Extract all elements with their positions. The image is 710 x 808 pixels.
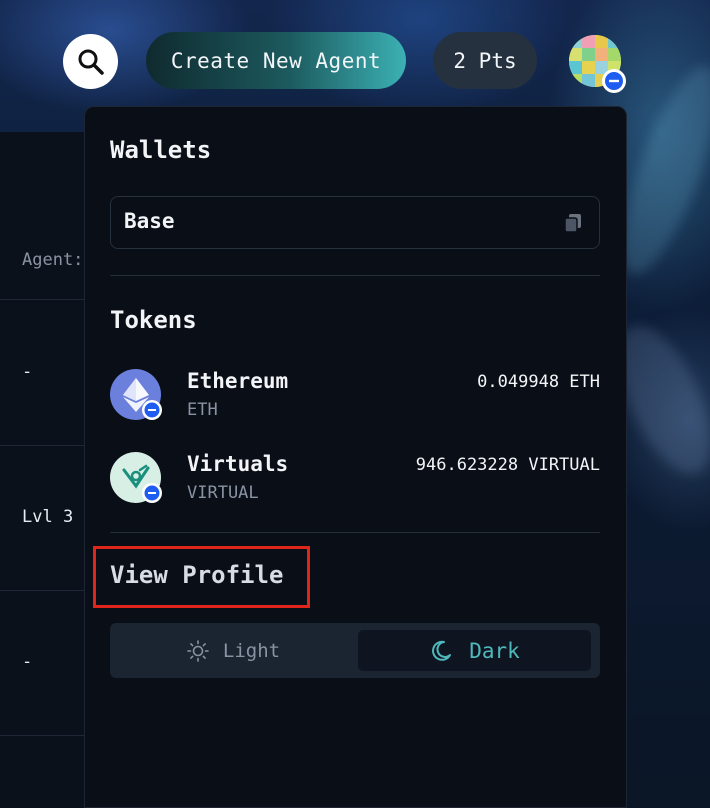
sun-icon [187, 639, 209, 662]
table-cell: - [22, 362, 33, 382]
theme-light-label: Light [222, 639, 281, 662]
table-row-divider [0, 735, 86, 736]
theme-dark-label: Dark [469, 638, 520, 663]
table-row-divider [0, 445, 86, 446]
wallets-heading: Wallets [110, 136, 212, 164]
theme-dark-option[interactable]: Dark [358, 630, 591, 671]
token-name: Ethereum [187, 369, 289, 393]
agent-column-label: Agent: [22, 250, 84, 270]
table-cell: - [22, 652, 33, 672]
base-network-badge-icon [142, 483, 162, 503]
theme-light-option[interactable]: Light [112, 625, 355, 676]
base-network-badge-icon [142, 400, 162, 420]
table-cell: Lvl 3 [22, 507, 74, 527]
wallet-base-row[interactable] [110, 196, 600, 249]
create-new-agent-button[interactable]: Create New Agent [146, 32, 406, 89]
token-symbol: VIRTUAL [187, 483, 259, 503]
background-table-column [0, 132, 86, 808]
tokens-heading: Tokens [110, 306, 197, 334]
wallet-name: Base [124, 209, 175, 233]
token-name: Virtuals [187, 452, 289, 476]
search-icon [78, 49, 104, 75]
annotation-highlight-box [93, 546, 310, 608]
points-button[interactable]: 2 Pts [433, 32, 537, 89]
divider [110, 532, 600, 533]
search-button[interactable] [63, 34, 118, 89]
table-row-divider [0, 590, 86, 591]
token-balance: 946.623228 VIRTUAL [415, 455, 600, 475]
table-row-divider [0, 299, 86, 300]
copy-icon[interactable] [563, 212, 583, 234]
token-symbol: ETH [187, 400, 218, 420]
divider [110, 275, 600, 276]
token-balance: 0.049948 ETH [477, 372, 600, 392]
moon-icon [432, 640, 452, 661]
base-network-badge-icon [602, 69, 626, 93]
